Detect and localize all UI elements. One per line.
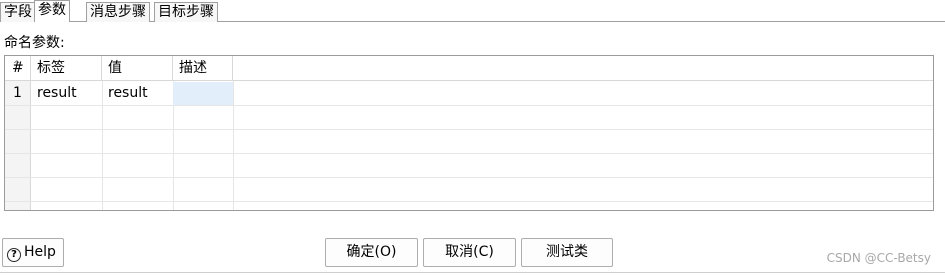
tab-params[interactable]: 参数 <box>34 0 70 22</box>
params-table[interactable]: ^ # 标签 值 描述 1 result result <box>4 55 934 211</box>
row-divider <box>5 177 933 178</box>
tab-fields[interactable]: 字段 <box>0 2 36 22</box>
label-cell[interactable]: result <box>31 82 102 105</box>
cancel-button[interactable]: 取消(C) <box>423 238 516 267</box>
tab-bar: 字段 参数 消息步骤 目标步骤 <box>0 0 945 23</box>
desc-cell[interactable] <box>173 82 233 105</box>
test-class-button[interactable]: 测试类 <box>521 238 613 267</box>
value-cell[interactable]: result <box>102 82 173 105</box>
row-divider <box>5 129 933 130</box>
row-divider <box>5 153 933 154</box>
col-divider <box>233 81 234 210</box>
ok-button[interactable]: 确定(O) <box>325 238 418 267</box>
row-divider <box>5 105 933 106</box>
help-button[interactable]: ? Help <box>2 238 64 267</box>
tab-target-step[interactable]: 目标步骤 <box>154 2 218 22</box>
column-header-filler <box>233 56 933 81</box>
column-header-index[interactable]: ^ # <box>5 56 31 81</box>
sort-caret-icon: ^ <box>13 60 21 70</box>
column-header-label[interactable]: 标签 <box>31 56 102 81</box>
watermark: CSDN @CC-Betsy <box>826 251 931 265</box>
row-divider <box>5 201 933 202</box>
named-params-label: 命名参数: <box>4 35 65 51</box>
bottom-divider <box>0 272 945 273</box>
tab-message-step[interactable]: 消息步骤 <box>86 2 150 22</box>
column-header-desc[interactable]: 描述 <box>173 56 233 81</box>
row-index-cell: 1 <box>13 85 22 101</box>
help-icon: ? <box>7 248 21 262</box>
help-label: Help <box>24 244 56 260</box>
column-header-value[interactable]: 值 <box>102 56 173 81</box>
